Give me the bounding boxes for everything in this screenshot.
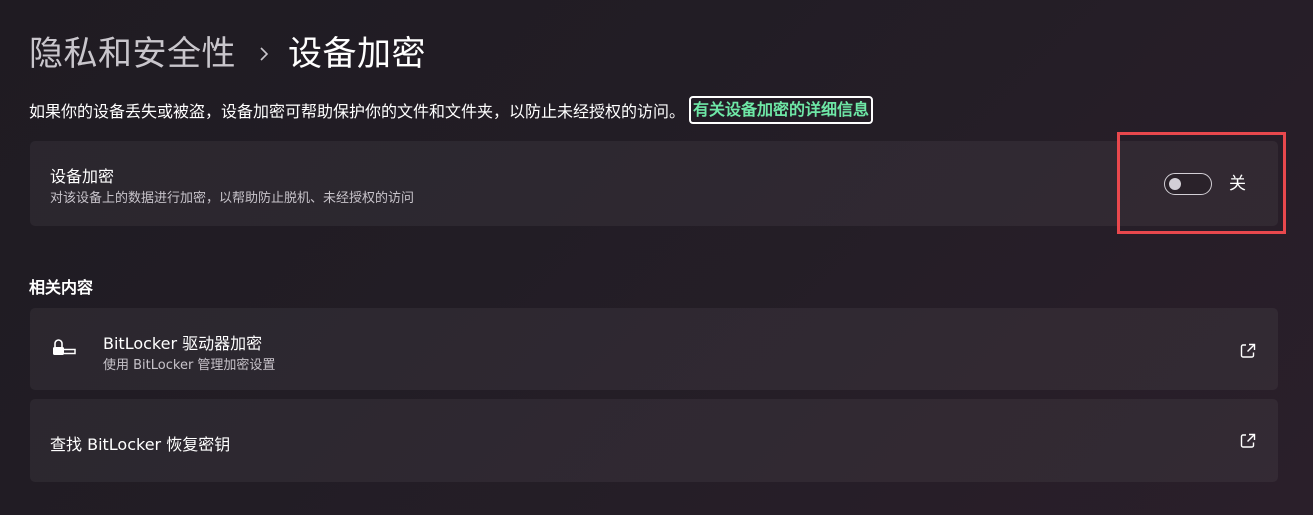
external-link-icon <box>1239 432 1257 450</box>
bitlocker-title: BitLocker 驱动器加密 <box>103 334 263 353</box>
learn-more-link[interactable]: 有关设备加密的详细信息 <box>689 96 874 124</box>
toggle-state-label: 关 <box>1229 174 1246 194</box>
toggle-area: 关 <box>1118 141 1278 226</box>
recovery-key-title: 查找 BitLocker 恢复密钥 <box>50 435 231 454</box>
external-link-icon <box>1239 342 1257 360</box>
description-text: 如果你的设备丢失或被盗，设备加密可帮助保护你的文件和文件夹，以防止未经授权的访问… <box>29 102 686 121</box>
page-description: 如果你的设备丢失或被盗，设备加密可帮助保护你的文件和文件夹，以防止未经授权的访问… <box>29 96 874 124</box>
toggle-knob <box>1169 178 1181 190</box>
related-item-bitlocker[interactable]: BitLocker 驱动器加密 使用 BitLocker 管理加密设置 <box>30 308 1278 390</box>
related-item-recovery-key[interactable]: 查找 BitLocker 恢复密钥 <box>30 399 1278 482</box>
device-encryption-subtitle: 对该设备上的数据进行加密，以帮助防止脱机、未经授权的访问 <box>50 191 415 206</box>
device-encryption-card: 设备加密 对该设备上的数据进行加密，以帮助防止脱机、未经授权的访问 关 <box>30 141 1278 226</box>
chevron-right-icon <box>258 46 270 62</box>
breadcrumb: 隐私和安全性 设备加密 <box>29 30 426 78</box>
device-encryption-title: 设备加密 <box>50 167 115 186</box>
page-title: 设备加密 <box>288 34 426 74</box>
related-content-heading: 相关内容 <box>29 278 94 297</box>
bitlocker-key-icon <box>50 336 78 360</box>
breadcrumb-parent[interactable]: 隐私和安全性 <box>29 30 236 78</box>
device-encryption-toggle[interactable] <box>1164 173 1212 195</box>
bitlocker-subtitle: 使用 BitLocker 管理加密设置 <box>103 358 276 373</box>
